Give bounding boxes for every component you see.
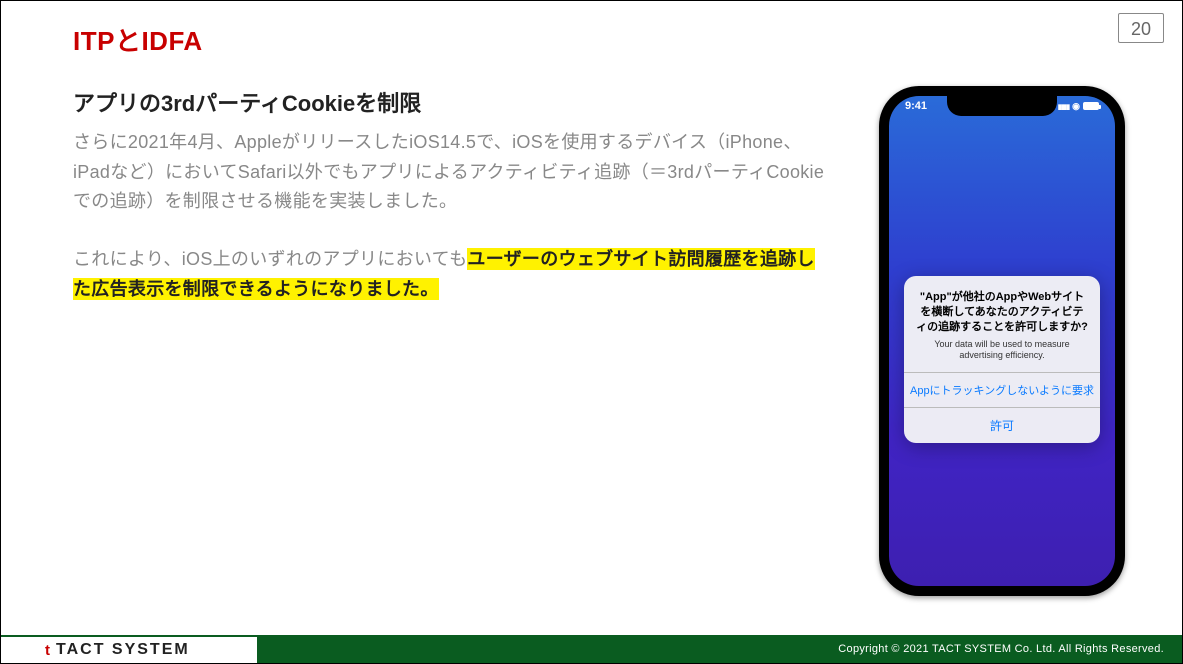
battery-icon	[1083, 102, 1099, 110]
subtitle: アプリの3rdパーティCookieを制限	[73, 86, 832, 118]
footer-logo-text: TACT SYSTEM	[56, 641, 190, 659]
paragraph-2: これにより、iOS上のいずれのアプリにおいてもユーザーのウェブサイト訪問履歴を追…	[73, 245, 832, 304]
signal-icon	[1058, 100, 1069, 112]
text-column: アプリの3rdパーティCookieを制限 さらに2021年4月、Appleがリリ…	[73, 86, 832, 596]
phone-frame: 9:41 "App"が他社のAppやWebサイトを横断してあなたのアクティビティ…	[879, 86, 1125, 596]
paragraph-2-lead: これにより、iOS上のいずれのアプリにおいても	[73, 249, 467, 269]
tracking-dialog: "App"が他社のAppやWebサイトを横断してあなたのアクティビティの追跡する…	[904, 276, 1100, 443]
phone-column: 9:41 "App"が他社のAppやWebサイトを横断してあなたのアクティビティ…	[862, 86, 1142, 596]
status-time: 9:41	[905, 100, 927, 112]
slide: ITPとIDFA 20 アプリの3rdパーティCookieを制限 さらに2021…	[1, 1, 1182, 663]
deny-tracking-button[interactable]: Appにトラッキングしないように要求	[904, 372, 1100, 407]
dialog-subtitle: Your data will be used to measure advert…	[916, 339, 1088, 362]
footer-copyright-bar: Copyright © 2021 TACT SYSTEM Co. Ltd. Al…	[257, 635, 1182, 663]
footer-logo: tTACT SYSTEM	[1, 635, 257, 663]
slide-title: ITPとIDFA	[73, 21, 1182, 58]
footer: tTACT SYSTEM Copyright © 2021 TACT SYSTE…	[1, 635, 1182, 663]
content-row: アプリの3rdパーティCookieを制限 さらに2021年4月、Appleがリリ…	[1, 86, 1182, 596]
page-number: 20	[1118, 13, 1164, 43]
copyright-text: Copyright © 2021 TACT SYSTEM Co. Ltd. Al…	[838, 643, 1164, 655]
dialog-body: "App"が他社のAppやWebサイトを横断してあなたのアクティビティの追跡する…	[904, 276, 1100, 372]
wifi-icon	[1072, 100, 1080, 112]
status-icons	[1058, 100, 1099, 112]
phone-notch	[947, 96, 1057, 116]
paragraph-1: さらに2021年4月、AppleがリリースしたiOS14.5で、iOSを使用する…	[73, 128, 832, 217]
logo-mark-icon: t	[45, 642, 52, 659]
phone-screen: 9:41 "App"が他社のAppやWebサイトを横断してあなたのアクティビティ…	[889, 96, 1115, 586]
dialog-title: "App"が他社のAppやWebサイトを横断してあなたのアクティビティの追跡する…	[916, 290, 1088, 335]
allow-tracking-button[interactable]: 許可	[904, 407, 1100, 443]
